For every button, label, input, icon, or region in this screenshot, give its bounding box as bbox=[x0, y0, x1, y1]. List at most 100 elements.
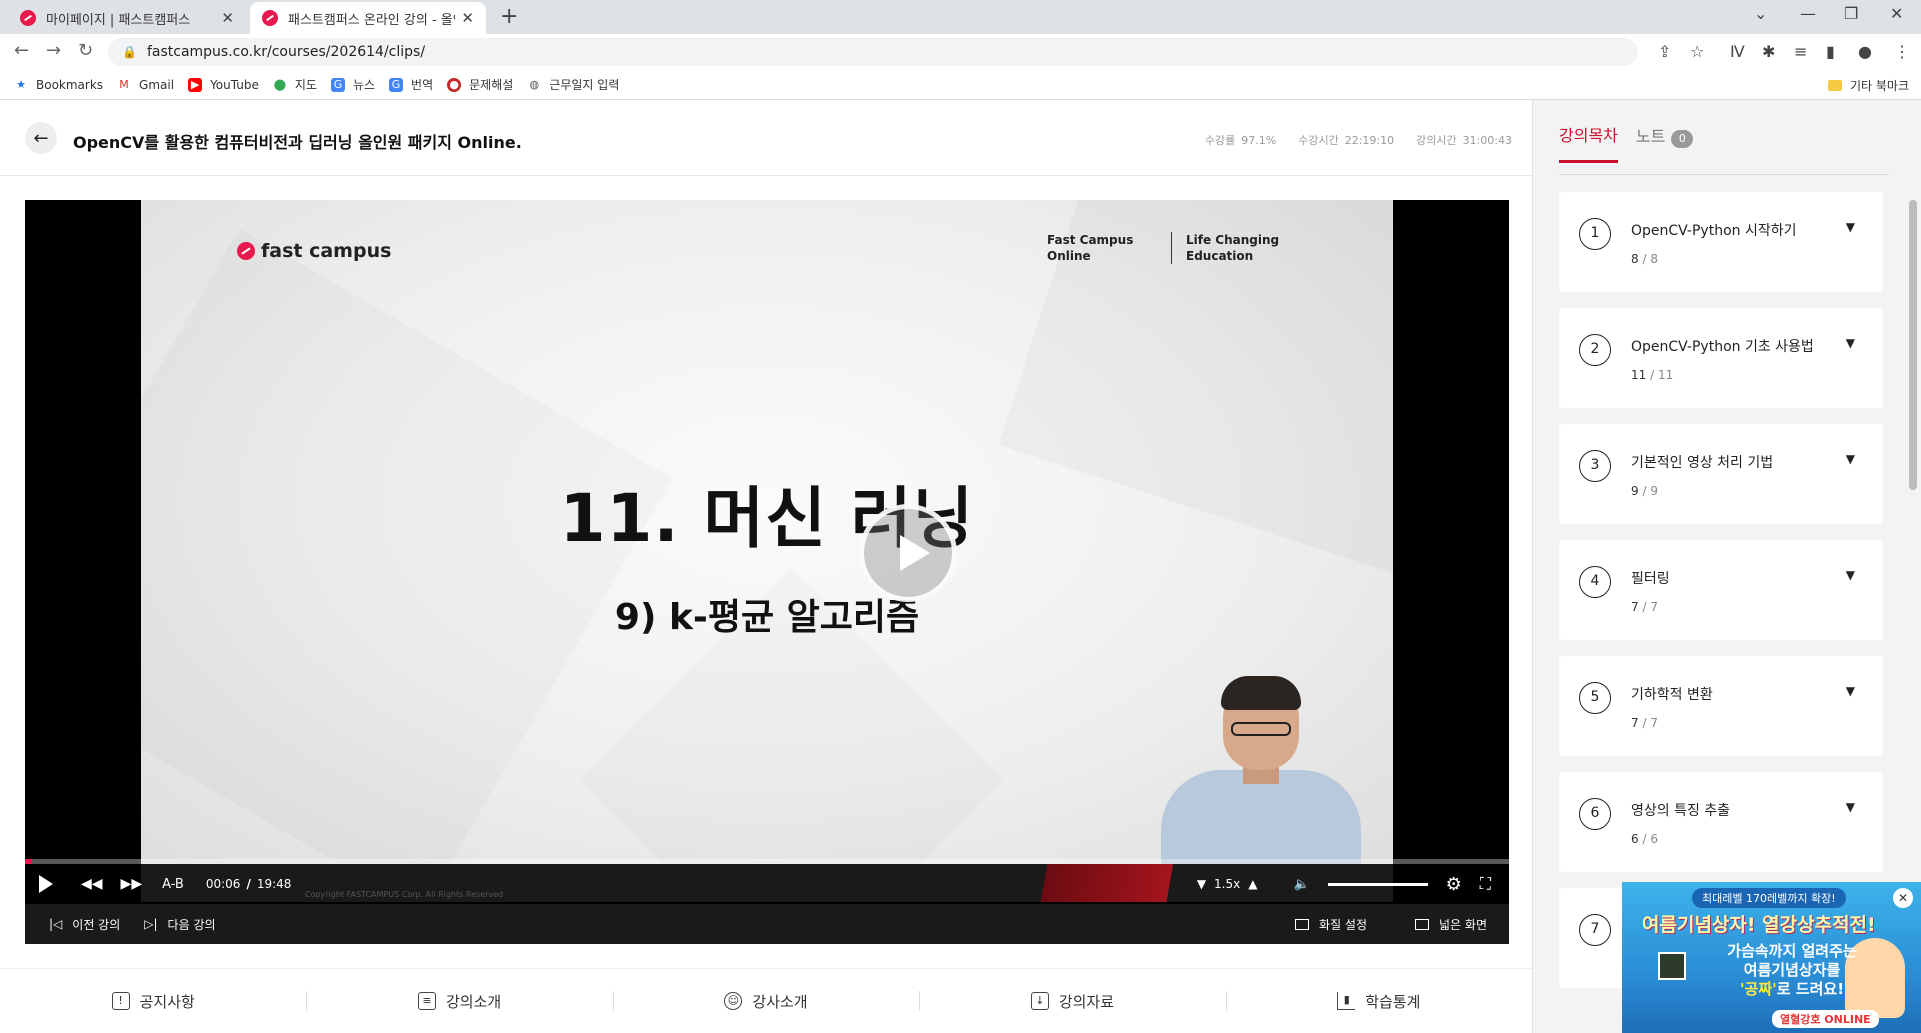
course-title: OpenCV를 활용한 컴퓨터비전과 딥러닝 올인원 패키지 Online. bbox=[73, 133, 522, 152]
chapter-item[interactable]: 1 OpenCV-Python 시작하기 8 / 8 ▼ bbox=[1559, 192, 1883, 292]
ad-free-word: '공짜' bbox=[1739, 980, 1777, 998]
tab-materials[interactable]: ↓ 강의자료 bbox=[919, 969, 1225, 1033]
close-tab-icon[interactable]: ✕ bbox=[221, 9, 234, 27]
youtube-icon: ▶ bbox=[188, 77, 203, 92]
volume-slider[interactable] bbox=[1327, 882, 1428, 886]
bookmark-news[interactable]: G 뉴스 bbox=[330, 76, 376, 93]
chapter-done: 9 bbox=[1631, 484, 1639, 498]
chapter-item[interactable]: 2 OpenCV-Python 기초 사용법 11 / 11 ▼ bbox=[1559, 308, 1883, 408]
slide-tagline-education: Life Changing Education bbox=[1171, 232, 1279, 264]
slide-title: 11. 머신 러닝 bbox=[559, 480, 975, 557]
sidebar-scrollbar[interactable] bbox=[1909, 192, 1919, 512]
quality-settings-button[interactable]: 화질 설정 bbox=[1295, 916, 1367, 933]
close-tab-icon[interactable]: ✕ bbox=[461, 9, 474, 27]
tab-label: 공지사항 bbox=[139, 992, 195, 1011]
new-tab-button[interactable]: + bbox=[500, 4, 518, 29]
bookmark-maps[interactable]: ⬤ 지도 bbox=[273, 76, 317, 93]
bookmark-gmail[interactable]: M Gmail bbox=[117, 78, 174, 92]
chapter-item[interactable]: 3 기본적인 영상 처리 기법 9 / 9 ▼ bbox=[1559, 424, 1883, 524]
tab-notice[interactable]: ! 공지사항 bbox=[0, 969, 306, 1033]
next-lecture-button[interactable]: ▷| 다음 강의 bbox=[144, 916, 215, 933]
tab-curriculum[interactable]: 강의목차 bbox=[1559, 122, 1618, 163]
settings-gear-icon[interactable]: ⚙ bbox=[1446, 874, 1462, 895]
tab-instructor[interactable]: ☺ 강사소개 bbox=[612, 969, 919, 1033]
lecture-nav-bar: |◁ 이전 강의 ▷| 다음 강의 화질 설정 넓은 화면 bbox=[25, 904, 1509, 944]
prev-lecture-button[interactable]: |◁ 이전 강의 bbox=[49, 916, 120, 933]
ab-repeat-button[interactable]: A-B bbox=[162, 877, 184, 892]
chevron-down-icon[interactable]: ▼ bbox=[1846, 800, 1855, 814]
chapter-progress: 9 / 9 bbox=[1631, 484, 1658, 498]
bookmark-youtube[interactable]: ▶ YouTube bbox=[188, 77, 259, 92]
wide-screen-button[interactable]: 넓은 화면 bbox=[1415, 916, 1487, 933]
browser-tab-bar: 마이페이지 | 패스트캠퍼스 ✕ 패스트캠퍼스 온라인 강의 - 올인 ✕ + … bbox=[0, 0, 1921, 34]
reload-icon[interactable]: ↻ bbox=[78, 40, 93, 61]
reading-list-icon[interactable]: ≡ bbox=[1794, 42, 1807, 61]
big-play-button[interactable] bbox=[859, 504, 957, 602]
forward-nav-icon[interactable]: → bbox=[46, 40, 61, 61]
chapter-item[interactable]: 6 영상의 특징 추출 6 / 6 ▼ bbox=[1559, 772, 1883, 872]
back-nav-icon[interactable]: ← bbox=[14, 40, 29, 61]
chevron-down-icon[interactable]: ▼ bbox=[1846, 568, 1855, 582]
bookmark-translate[interactable]: G 번역 bbox=[389, 76, 433, 93]
chapter-item[interactable]: 5 기하학적 변환 7 / 7 ▼ bbox=[1559, 656, 1883, 756]
bookmark-bookmarks[interactable]: ★ Bookmarks bbox=[14, 78, 103, 92]
bookmark-site-icon: ● bbox=[447, 77, 462, 92]
video-player[interactable]: fast campus Fast Campus Online Life Chan… bbox=[25, 200, 1509, 944]
wide-screen-label: 넓은 화면 bbox=[1439, 917, 1487, 932]
back-button[interactable]: ← bbox=[25, 122, 57, 154]
tab-search-icon[interactable]: ⌄ bbox=[1754, 4, 1767, 23]
tab-course-intro[interactable]: ≡ 강의소개 bbox=[306, 969, 612, 1033]
ad-close-icon[interactable]: ✕ bbox=[1893, 888, 1913, 908]
other-bookmarks[interactable]: 기타 북마크 bbox=[1827, 77, 1909, 94]
chevron-down-icon[interactable]: ▼ bbox=[1846, 684, 1855, 698]
tab-notes[interactable]: 노트 0 bbox=[1635, 123, 1694, 162]
close-window-icon[interactable]: ✕ bbox=[1890, 4, 1903, 23]
note-count-badge: 0 bbox=[1671, 130, 1694, 148]
scrollbar-thumb[interactable] bbox=[1909, 200, 1917, 490]
browser-tab-mypage[interactable]: 마이페이지 | 패스트캠퍼스 ✕ bbox=[8, 2, 246, 34]
extension-n-icon[interactable]: Ⅳ bbox=[1730, 42, 1745, 61]
restore-icon[interactable]: ❐ bbox=[1844, 4, 1858, 23]
bookmark-problem[interactable]: ● 문제해설 bbox=[447, 76, 513, 93]
chapter-title: 필터링 bbox=[1631, 571, 1670, 587]
url-field[interactable]: 🔒 fastcampus.co.kr/courses/202614/clips/ bbox=[108, 38, 1638, 66]
notes-label: 노트 bbox=[1635, 127, 1666, 146]
rewind-icon[interactable]: ◀◀ bbox=[81, 876, 103, 892]
other-bookmarks-label: 기타 북마크 bbox=[1849, 79, 1909, 93]
chapter-title: OpenCV-Python 기초 사용법 bbox=[1631, 339, 1814, 355]
video-frame[interactable]: fast campus Fast Campus Online Life Chan… bbox=[141, 200, 1393, 864]
chapter-item[interactable]: 4 필터링 7 / 7 ▼ bbox=[1559, 540, 1883, 640]
next-lecture-label: 다음 강의 bbox=[167, 917, 216, 932]
minimize-icon[interactable]: — bbox=[1800, 4, 1816, 23]
bookmark-star-icon[interactable]: ☆ bbox=[1690, 42, 1704, 61]
time-separator: / bbox=[246, 877, 251, 891]
game-advertisement[interactable]: 최대레벨 170레벨까지 확장! 여름기념상자! 열강상추적전! 가슴속까지 얼… bbox=[1622, 882, 1921, 1033]
menu-kebab-icon[interactable]: ⋮ bbox=[1894, 42, 1910, 61]
share-icon[interactable]: ⇪ bbox=[1658, 42, 1671, 61]
fast-forward-icon[interactable]: ▶▶ bbox=[121, 876, 143, 892]
speed-up-icon[interactable]: ▲ bbox=[1248, 877, 1257, 891]
bookmark-label: 뉴스 bbox=[352, 78, 376, 92]
browser-tab-course[interactable]: 패스트캠퍼스 온라인 강의 - 올인 ✕ bbox=[250, 2, 486, 34]
extensions-puzzle-icon[interactable]: ✱ bbox=[1762, 42, 1775, 61]
volume-icon[interactable]: 🔈 bbox=[1293, 877, 1309, 892]
tab-title: 마이페이지 | 패스트캠퍼스 bbox=[46, 12, 191, 28]
play-icon[interactable] bbox=[39, 875, 53, 893]
chevron-down-icon[interactable]: ▼ bbox=[1846, 336, 1855, 350]
bookmark-worklog[interactable]: ◍ 근무일지 입력 bbox=[527, 76, 620, 93]
chapter-total: 6 bbox=[1650, 832, 1658, 846]
tab-label: 강의소개 bbox=[446, 992, 502, 1011]
url-text: fastcampus.co.kr/courses/202614/clips/ bbox=[146, 44, 426, 60]
sidebar-tabs: 강의목차 노트 0 bbox=[1559, 122, 1711, 163]
bookmark-label: 지도 bbox=[294, 78, 317, 92]
user-icon: ☺ bbox=[724, 992, 743, 1010]
fullscreen-icon[interactable]: ⛶ bbox=[1480, 874, 1491, 894]
download-doc-icon: ↓ bbox=[1030, 992, 1049, 1010]
tab-statistics[interactable]: ▮ 학습통계 bbox=[1225, 969, 1532, 1033]
lock-icon: 🔒 bbox=[122, 45, 137, 59]
side-panel-icon[interactable]: ▮ bbox=[1826, 42, 1835, 61]
profile-avatar-icon[interactable]: ● bbox=[1858, 42, 1872, 61]
chevron-down-icon[interactable]: ▼ bbox=[1846, 220, 1855, 234]
chevron-down-icon[interactable]: ▼ bbox=[1846, 452, 1855, 466]
speed-down-icon[interactable]: ▼ bbox=[1197, 877, 1206, 891]
